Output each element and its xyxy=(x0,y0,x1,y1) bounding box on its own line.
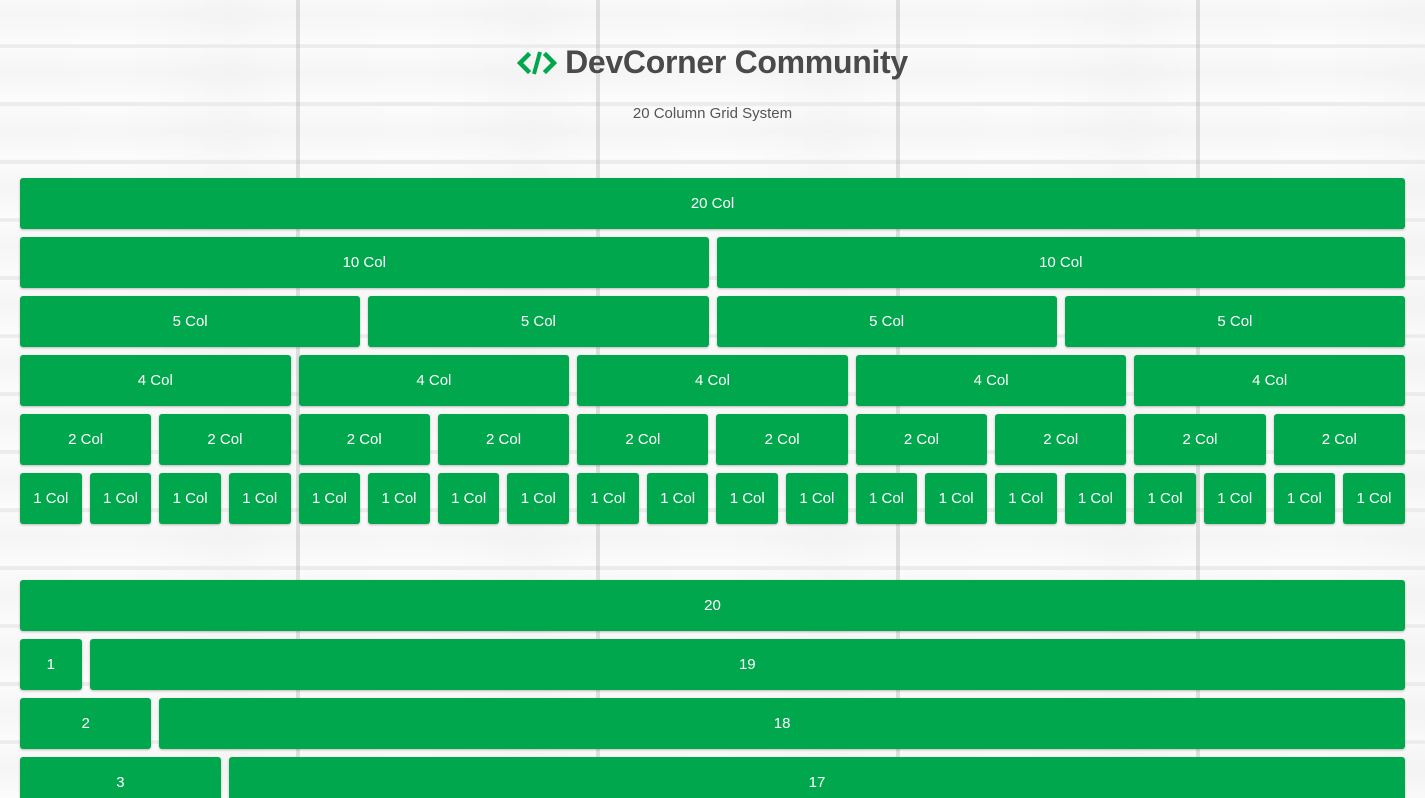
grid-cell-span-1: 1 Col xyxy=(298,473,361,524)
grid-cell-span-4: 4 Col xyxy=(298,355,570,406)
grid-cell-span-2: 2 Col xyxy=(995,414,1127,465)
page-header: DevCorner Community 20 Column Grid Syste… xyxy=(0,44,1425,122)
grid-cell-span-5: 5 Col xyxy=(716,296,1057,347)
grid-cell-span-1: 1 Col xyxy=(1134,473,1196,524)
grid-cell-span-2: 2 Col xyxy=(1134,414,1266,465)
grid-cell-span-4: 4 Col xyxy=(577,355,848,406)
grid-cell-span-1: 1 Col xyxy=(368,473,430,524)
grid-cell-span-3: 3 xyxy=(20,757,221,798)
grid-cell-span-1: 1 Col xyxy=(646,473,709,524)
grid-row: 10 Col 10 Col xyxy=(20,237,1405,288)
grid-cell-span-1: 1 Col xyxy=(786,473,848,524)
grid-cell-span-1: 1 Col xyxy=(577,473,639,524)
grid-cell-span-1: 1 Col xyxy=(1273,473,1336,524)
grid-cell-span-2: 2 Col xyxy=(20,414,152,465)
grid-cell-span-1: 1 Col xyxy=(20,473,82,524)
grid-cell-span-5: 5 Col xyxy=(20,296,361,347)
grid-row: 4 Col 4 Col 4 Col 4 Col 4 Col xyxy=(20,355,1405,406)
grid-cell-span-1: 1 Col xyxy=(437,473,500,524)
grid-cell-span-20: 20 Col xyxy=(20,178,1405,229)
grid-cell-span-20: 20 xyxy=(20,580,1405,631)
grid-row: 5 Col 5 Col 5 Col 5 Col xyxy=(20,296,1405,347)
grid-cell-span-10: 10 Col xyxy=(716,237,1405,288)
grid-cell-span-1: 1 Col xyxy=(716,473,779,524)
grid-cell-span-1: 1 Col xyxy=(1203,473,1266,524)
page-subtitle: 20 Column Grid System xyxy=(632,104,793,122)
grid-row: 1 19 xyxy=(20,639,1405,690)
page-title: DevCorner Community xyxy=(565,44,908,80)
grid-cell-span-2: 2 Col xyxy=(716,414,848,465)
grid-cell-span-1: 1 Col xyxy=(994,473,1057,524)
brand[interactable]: DevCorner Community xyxy=(516,44,908,81)
grid-cell-span-18: 18 xyxy=(159,698,1405,749)
grid-cell-span-2: 2 Col xyxy=(855,414,988,465)
grid-cell-span-1: 1 Col xyxy=(159,473,221,524)
grid-cell-span-1: 1 Col xyxy=(89,473,152,524)
grid-cell-span-5: 5 Col xyxy=(1064,296,1405,347)
grid-cell-span-2: 2 xyxy=(20,698,152,749)
code-brackets-icon xyxy=(516,48,558,78)
grid-cell-span-2: 2 Col xyxy=(1273,414,1405,465)
grid-cell-span-1: 1 Col xyxy=(855,473,918,524)
grid-cell-span-1: 1 Col xyxy=(507,473,570,524)
column-grid-demo: 20 Col 10 Col 10 Col 5 Col 5 Col 5 Col 5 Col 4 … xyxy=(20,178,1405,532)
grid-cell-span-19: 19 xyxy=(89,639,1405,690)
grid-row: 2 18 xyxy=(20,698,1405,749)
grid-cell-span-4: 4 Col xyxy=(855,355,1127,406)
grid-cell-span-1: 1 Col xyxy=(228,473,291,524)
grid-cell-span-10: 10 Col xyxy=(20,237,709,288)
grid-row: 1 Col 1 Col 1 Col 1 Col 1 Col 1 Col 1 Col 1 Col… xyxy=(20,473,1405,524)
grid-cell-span-2: 2 Col xyxy=(298,414,430,465)
offset-grid-demo: 20 1 19 2 18 3 17 xyxy=(20,580,1405,798)
grid-cell-span-4: 4 Col xyxy=(20,355,291,406)
grid-cell-span-1: 1 Col xyxy=(1064,473,1127,524)
grid-cell-span-2: 2 Col xyxy=(159,414,291,465)
grid-row: 3 17 xyxy=(20,757,1405,798)
grid-row: 2 Col 2 Col 2 Col 2 Col 2 Col 2 Col 2 Col 2 Col… xyxy=(20,414,1405,465)
grid-cell-span-1: 1 Col xyxy=(925,473,987,524)
grid-cell-span-1: 1 xyxy=(20,639,82,690)
grid-cell-span-2: 2 Col xyxy=(437,414,570,465)
grid-row: 20 xyxy=(20,580,1405,631)
grid-cell-span-4: 4 Col xyxy=(1134,355,1405,406)
grid-row: 20 Col xyxy=(20,178,1405,229)
grid-cell-span-1: 1 Col xyxy=(1343,473,1405,524)
grid-cell-span-5: 5 Col xyxy=(368,296,709,347)
grid-cell-span-17: 17 xyxy=(228,757,1405,798)
grid-cell-span-2: 2 Col xyxy=(577,414,709,465)
